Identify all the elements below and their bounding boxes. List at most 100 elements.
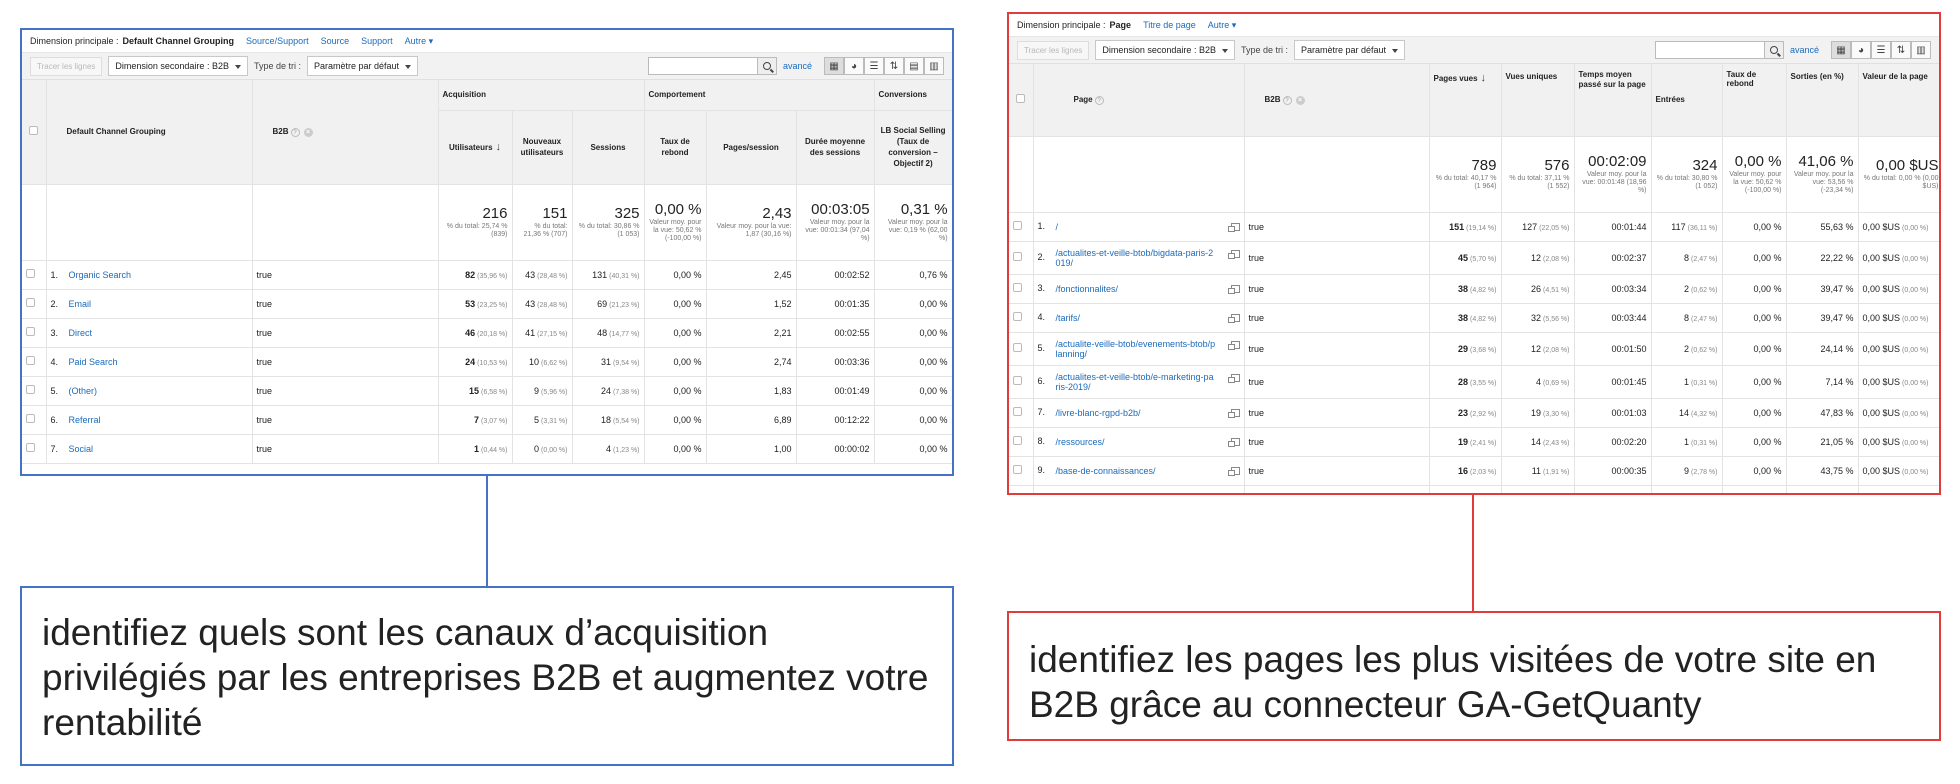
help-icon[interactable]: ?: [1094, 95, 1104, 105]
remove-dimension-icon[interactable]: ×: [303, 127, 313, 137]
grid-view-icon[interactable]: ▦: [1831, 41, 1851, 59]
row-checkbox[interactable]: [26, 269, 35, 278]
remove-dimension-icon[interactable]: ×: [1295, 95, 1305, 105]
unique-views-cell: 12 (2,08 %): [1501, 241, 1575, 275]
search-button[interactable]: [1763, 41, 1784, 59]
open-page-icon[interactable]: [1227, 340, 1240, 350]
row-checkbox[interactable]: [26, 356, 35, 365]
search-button[interactable]: [756, 57, 777, 75]
advanced-filter-link[interactable]: avancé: [783, 61, 812, 71]
open-page-icon[interactable]: [1227, 373, 1240, 383]
header-avg-time[interactable]: Temps moyen passé sur la page: [1574, 64, 1652, 137]
page-link[interactable]: /base-de-connaissances/: [1056, 466, 1156, 476]
open-page-icon[interactable]: [1227, 438, 1240, 448]
header-entries[interactable]: Entrées: [1651, 64, 1723, 137]
header-b2b[interactable]: B2B? ×: [1244, 64, 1430, 137]
row-checkbox[interactable]: [26, 414, 35, 423]
performance-view-icon[interactable]: ▥: [924, 57, 944, 75]
row-checkbox[interactable]: [1013, 221, 1022, 230]
plot-rows-button[interactable]: Tracer les lignes: [1017, 40, 1090, 60]
open-page-icon[interactable]: [1227, 409, 1240, 419]
header-goal-conversion[interactable]: LB Social Selling (Taux de conversion – …: [874, 110, 952, 185]
header-bounce-rate[interactable]: Taux de rebond: [644, 110, 707, 185]
row-checkbox[interactable]: [1013, 436, 1022, 445]
dimension-link-other[interactable]: Autre ▾: [1208, 20, 1237, 31]
open-page-icon[interactable]: [1227, 249, 1240, 259]
row-checkbox[interactable]: [1013, 283, 1022, 292]
dimension-link-support[interactable]: Support: [361, 36, 393, 46]
advanced-filter-link[interactable]: avancé: [1790, 45, 1819, 55]
open-page-icon[interactable]: [1227, 223, 1240, 233]
open-page-icon[interactable]: [1227, 285, 1240, 295]
help-icon[interactable]: ?: [1282, 95, 1292, 105]
channel-link[interactable]: Direct: [69, 328, 93, 338]
header-new-users[interactable]: Nouveaux utilisateurs: [512, 110, 573, 185]
row-checkbox[interactable]: [1013, 343, 1022, 352]
sort-type-select[interactable]: Paramètre par défaut: [1293, 40, 1406, 60]
header-unique-views[interactable]: Vues uniques: [1501, 64, 1575, 137]
row-checkbox[interactable]: [26, 327, 35, 336]
page-link[interactable]: /: [1056, 222, 1059, 232]
page-link[interactable]: /tarifs/: [1056, 313, 1081, 323]
select-all-checkbox[interactable]: [29, 126, 39, 136]
page-link[interactable]: /ressources/: [1056, 437, 1105, 447]
table-search-input[interactable]: [647, 57, 758, 75]
row-checkbox[interactable]: [1013, 312, 1022, 321]
header-sessions[interactable]: Sessions: [572, 110, 645, 185]
channel-link[interactable]: Social: [69, 444, 94, 454]
row-checkbox[interactable]: [26, 443, 35, 452]
row-checkbox[interactable]: [26, 385, 35, 394]
row-checkbox[interactable]: [1013, 465, 1022, 474]
header-b2b[interactable]: B2B? ×: [252, 80, 439, 185]
page-link[interactable]: /actualite-veille-btob/evenements-btob/p…: [1056, 339, 1216, 359]
channel-link[interactable]: (Other): [69, 386, 98, 396]
help-icon[interactable]: ?: [290, 127, 300, 137]
cell-value: 38: [1458, 283, 1469, 294]
header-avg-session-duration[interactable]: Durée moyenne des sessions: [796, 110, 875, 185]
secondary-dimension-select[interactable]: Dimension secondaire : B2B: [1095, 40, 1235, 60]
header-users[interactable]: Utilisateurs ↓: [438, 110, 513, 185]
header-page-value[interactable]: Valeur de la page: [1858, 64, 1939, 137]
row-checkbox[interactable]: [1013, 376, 1022, 385]
dimension-link-source[interactable]: Source: [321, 36, 350, 46]
page-link[interactable]: /actualites-et-veille-btob/e-marketing-p…: [1056, 372, 1216, 392]
open-page-icon[interactable]: [1227, 314, 1240, 324]
dimension-link-page-title[interactable]: Titre de page: [1143, 20, 1196, 30]
comparison-view-icon[interactable]: ⇅: [884, 57, 904, 75]
performance-view-icon[interactable]: ▥: [1911, 41, 1931, 59]
bar-view-icon[interactable]: ☰: [1871, 41, 1891, 59]
secondary-dimension-select[interactable]: Dimension secondaire : B2B: [108, 56, 248, 76]
channel-link[interactable]: Paid Search: [69, 357, 118, 367]
plot-rows-button[interactable]: Tracer les lignes: [30, 56, 103, 76]
header-page[interactable]: Page?: [1033, 64, 1245, 137]
pivot-view-icon[interactable]: ▤: [904, 57, 924, 75]
channel-link[interactable]: Organic Search: [69, 270, 132, 280]
table-search-input[interactable]: [1654, 41, 1765, 59]
page-value-cell: 0,00 $US(0,00 %): [1858, 274, 1939, 304]
dimension-link-other[interactable]: Autre ▾: [405, 36, 434, 47]
pie-view-icon[interactable]: ◕: [844, 57, 864, 75]
row-checkbox[interactable]: [26, 298, 35, 307]
page-link[interactable]: /livre-blanc-rgpd-b2b/: [1056, 408, 1141, 418]
header-channel[interactable]: Default Channel Grouping: [46, 80, 253, 185]
channel-link[interactable]: Email: [69, 299, 92, 309]
row-checkbox[interactable]: [1013, 252, 1022, 261]
header-pageviews[interactable]: Pages vues ↓: [1429, 64, 1502, 137]
page-link[interactable]: /fonctionnalites/: [1056, 284, 1119, 294]
channel-link[interactable]: Referral: [69, 415, 101, 425]
users-cell: 7 (3,07 %): [438, 405, 513, 435]
grid-view-icon[interactable]: ▦: [824, 57, 844, 75]
bar-view-icon[interactable]: ☰: [864, 57, 884, 75]
header-exit-rate[interactable]: Sorties (en %): [1786, 64, 1859, 137]
row-checkbox[interactable]: [1013, 494, 1022, 495]
header-bounce-rate[interactable]: Taux de rebond: [1722, 64, 1787, 137]
pie-view-icon[interactable]: ◕: [1851, 41, 1871, 59]
sort-type-select[interactable]: Paramètre par défaut: [306, 56, 419, 76]
page-link[interactable]: /actualites-et-veille-btob/bigdata-paris…: [1056, 248, 1216, 268]
dimension-link-source-support[interactable]: Source/Support: [246, 36, 309, 46]
row-checkbox[interactable]: [1013, 407, 1022, 416]
comparison-view-icon[interactable]: ⇅: [1891, 41, 1911, 59]
select-all-checkbox[interactable]: [1016, 94, 1026, 104]
open-page-icon[interactable]: [1227, 467, 1240, 477]
header-pages-per-session[interactable]: Pages/session: [706, 110, 797, 185]
